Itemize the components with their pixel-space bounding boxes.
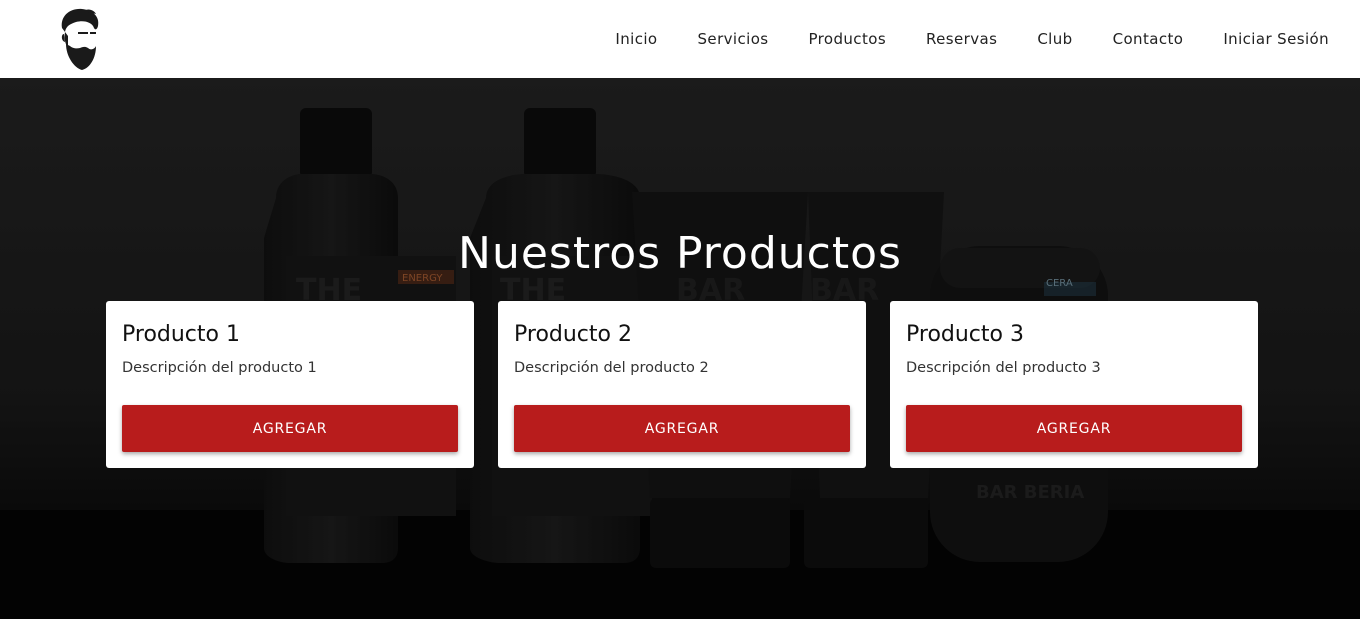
page-title: Nuestros Productos — [458, 228, 902, 279]
product-description: Descripción del producto 3 — [906, 360, 1101, 376]
nav-item-productos[interactable]: Productos — [808, 30, 886, 48]
bearded-man-logo-icon[interactable] — [54, 6, 104, 72]
product-description: Descripción del producto 1 — [122, 360, 317, 376]
nav-item-inicio[interactable]: Inicio — [615, 30, 657, 48]
nav-item-club[interactable]: Club — [1037, 30, 1072, 48]
add-to-cart-button[interactable]: AGREGAR — [514, 405, 850, 452]
nav-item-reservas[interactable]: Reservas — [926, 30, 997, 48]
nav-item-contacto[interactable]: Contacto — [1113, 30, 1184, 48]
product-title: Producto 1 — [122, 322, 240, 347]
product-title: Producto 2 — [514, 322, 632, 347]
add-to-cart-button[interactable]: AGREGAR — [122, 405, 458, 452]
product-card: Producto 1 Descripción del producto 1 AG… — [106, 301, 474, 468]
hero-section: ENERGY THE THE BAR BAR CERA BAR BERIA Nu… — [0, 78, 1360, 619]
nav-item-servicios[interactable]: Servicios — [698, 30, 769, 48]
main-nav: Inicio Servicios Productos Reservas Club… — [575, 0, 1329, 78]
product-card: Producto 3 Descripción del producto 3 AG… — [890, 301, 1258, 468]
add-to-cart-button[interactable]: AGREGAR — [906, 405, 1242, 452]
site-header: Inicio Servicios Productos Reservas Club… — [0, 0, 1360, 78]
nav-item-iniciar-sesion[interactable]: Iniciar Sesión — [1223, 30, 1329, 48]
product-description: Descripción del producto 2 — [514, 360, 709, 376]
product-title: Producto 3 — [906, 322, 1024, 347]
product-card: Producto 2 Descripción del producto 2 AG… — [498, 301, 866, 468]
